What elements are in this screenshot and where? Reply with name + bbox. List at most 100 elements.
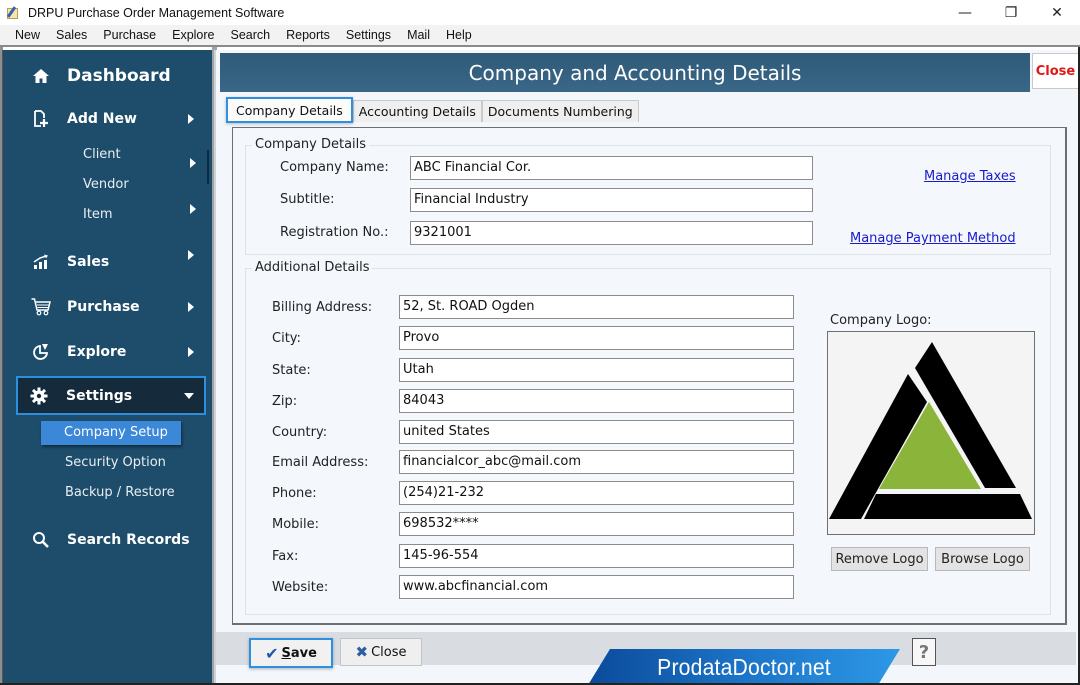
fax-field[interactable]: 145-96-554: [399, 544, 794, 568]
phone-label: Phone:: [272, 486, 317, 501]
save-label: Save: [281, 645, 317, 661]
state-field[interactable]: Utah: [399, 358, 794, 382]
sidebar-item-dashboard[interactable]: Dashboard: [3, 64, 213, 88]
menu-search[interactable]: Search: [223, 28, 279, 42]
add-document-icon: [31, 109, 51, 129]
sidebar-label: Add New: [67, 111, 137, 127]
close-window-button[interactable]: ✕: [1034, 0, 1080, 25]
page-header: Company and Accounting Details: [220, 53, 1030, 92]
sidebar-subitem-item[interactable]: Item: [83, 207, 113, 222]
minimize-button[interactable]: —: [942, 0, 988, 25]
city-field[interactable]: Provo: [399, 326, 794, 350]
group-title: Additional Details: [252, 260, 373, 275]
menu-reports[interactable]: Reports: [278, 28, 338, 42]
brand-text: ProdataDoctor.net: [657, 653, 831, 680]
tab-accounting-details[interactable]: Accounting Details: [352, 100, 482, 122]
mobile-field[interactable]: 698532****: [399, 512, 794, 536]
sidebar-subitem-company-setup[interactable]: Company Setup: [41, 421, 181, 445]
company-logo-image: [827, 331, 1035, 535]
menu-settings[interactable]: Settings: [338, 28, 399, 42]
website-label: Website:: [272, 580, 329, 595]
sidebar-label: Sales: [67, 254, 110, 270]
city-label: City:: [272, 331, 301, 346]
menu-purchase[interactable]: Purchase: [95, 28, 164, 42]
state-label: State:: [272, 363, 311, 378]
zip-label: Zip:: [272, 394, 298, 409]
company-name-field[interactable]: ABC Financial Cor.: [410, 156, 813, 180]
close-button[interactable]: ✖ Close: [340, 638, 422, 666]
chevron-right-icon: [188, 114, 194, 124]
chevron-right-icon: [190, 204, 196, 214]
website-field[interactable]: www.abcfinancial.com: [399, 575, 794, 599]
sidebar-label: Settings: [66, 388, 133, 404]
billing-address-label: Billing Address:: [272, 300, 373, 315]
search-icon: [31, 530, 51, 550]
help-button[interactable]: ?: [912, 638, 936, 666]
tab-documents-numbering[interactable]: Documents Numbering: [481, 100, 639, 122]
sidebar: Dashboard Add New Client Vendor Item Sal…: [2, 50, 212, 685]
fax-label: Fax:: [272, 549, 299, 564]
subtitle-field[interactable]: Financial Industry: [410, 188, 813, 212]
sidebar-divider: [207, 150, 209, 184]
home-icon: [31, 66, 51, 86]
email-address-label: Email Address:: [272, 455, 369, 470]
group-title: Company Details: [252, 137, 370, 152]
sidebar-item-search-records[interactable]: Search Records: [3, 528, 213, 552]
browse-logo-button[interactable]: Browse Logo: [935, 547, 1030, 571]
mobile-label: Mobile:: [272, 517, 320, 532]
sidebar-subitem-client[interactable]: Client: [83, 147, 121, 162]
zip-field[interactable]: 84043: [399, 389, 794, 413]
logo-triangle-graphic: [829, 342, 1032, 519]
company-logo-label: Company Logo:: [830, 313, 932, 328]
registration-no-field[interactable]: 9321001: [410, 221, 813, 245]
gear-icon: [30, 387, 48, 409]
sidebar-item-settings[interactable]: Settings: [16, 376, 206, 415]
cart-icon: [31, 297, 51, 317]
menu-explore[interactable]: Explore: [164, 28, 222, 42]
main-panel: Company and Accounting Details Close Com…: [214, 50, 1080, 685]
manage-taxes-link[interactable]: Manage Taxes: [924, 169, 1016, 184]
phone-field[interactable]: (254)21-232: [399, 481, 794, 505]
billing-address-field[interactable]: 52, St. ROAD Ogden: [399, 295, 794, 319]
company-name-label: Company Name:: [280, 160, 389, 175]
page-title: Company and Accounting Details: [468, 60, 802, 85]
app-icon: [6, 5, 20, 20]
chart-up-icon: [31, 252, 51, 272]
menu-sales[interactable]: Sales: [48, 28, 95, 42]
sidebar-label: Dashboard: [67, 66, 171, 86]
menu-new[interactable]: New: [7, 28, 48, 42]
chevron-down-icon: [184, 393, 194, 399]
chevron-right-icon: [188, 250, 194, 260]
chevron-right-icon: [188, 347, 194, 357]
maximize-button[interactable]: ❐: [988, 0, 1034, 25]
save-button[interactable]: ✔ Save: [249, 638, 333, 668]
chevron-right-icon: [190, 158, 196, 168]
close-x-icon: ✖: [355, 643, 369, 661]
menu-mail[interactable]: Mail: [399, 28, 438, 42]
close-label: Close: [371, 644, 407, 660]
sidebar-subitem-security-option[interactable]: Security Option: [65, 455, 166, 470]
close-button-top[interactable]: Close: [1032, 53, 1079, 89]
remove-logo-button[interactable]: Remove Logo: [831, 547, 928, 571]
menu-help[interactable]: Help: [438, 28, 480, 42]
title-bar: DRPU Purchase Order Management Software …: [0, 0, 1080, 25]
sidebar-subitem-vendor[interactable]: Vendor: [83, 177, 129, 192]
sidebar-item-sales[interactable]: Sales: [3, 250, 213, 274]
sidebar-label: Explore: [67, 344, 127, 360]
subtitle-label: Subtitle:: [280, 192, 335, 207]
sidebar-label: Search Records: [67, 532, 190, 548]
country-field[interactable]: united States: [399, 420, 794, 444]
sidebar-item-add-new[interactable]: Add New: [3, 107, 213, 131]
company-details-group: Company Details Company Name: ABC Financ…: [245, 137, 1051, 255]
pie-chart-icon: [31, 342, 51, 362]
sidebar-label: Purchase: [67, 299, 140, 315]
manage-payment-method-link[interactable]: Manage Payment Method: [850, 231, 1016, 246]
brand-banner: ProdataDoctor.net: [588, 649, 900, 685]
tab-panel-company-details: Company Details Company Name: ABC Financ…: [232, 127, 1067, 625]
email-address-field[interactable]: financialcor_abc@mail.com: [399, 450, 794, 474]
sidebar-item-explore[interactable]: Explore: [3, 340, 213, 364]
tab-company-details[interactable]: Company Details: [226, 97, 353, 123]
sidebar-subitem-backup-restore[interactable]: Backup / Restore: [65, 485, 175, 500]
chevron-right-icon: [188, 302, 194, 312]
sidebar-item-purchase[interactable]: Purchase: [3, 295, 213, 319]
